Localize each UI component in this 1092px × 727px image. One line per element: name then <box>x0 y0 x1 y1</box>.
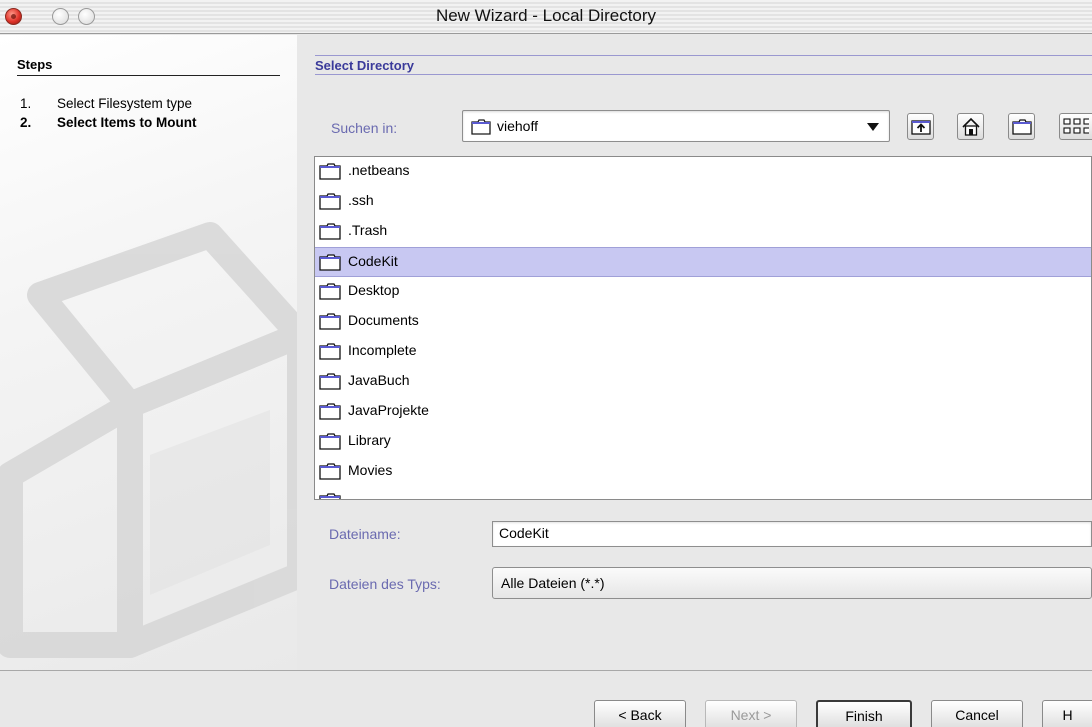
file-list-item[interactable]: Desktop <box>315 277 1091 307</box>
file-list-item[interactable]: .Trash <box>315 217 1091 247</box>
folder-icon <box>319 193 341 210</box>
steps-list: 1. Select Filesystem type 2. Select Item… <box>20 94 197 132</box>
up-folder-icon <box>911 120 931 135</box>
home-icon <box>962 117 980 136</box>
main-panel: Select Directory Suchen in: viehoff .net… <box>297 35 1092 670</box>
file-list-item[interactable]: .ssh <box>315 187 1091 217</box>
folder-icon <box>319 254 341 271</box>
filetype-label: Dateien des Typs: <box>329 576 441 592</box>
steps-divider <box>17 75 280 76</box>
new-folder-icon <box>1012 119 1032 135</box>
file-name: Incomplete <box>348 342 417 358</box>
finish-button[interactable]: Finish <box>816 700 912 727</box>
look-in-value: viehoff <box>497 118 538 134</box>
step-label: Select Filesystem type <box>57 96 193 111</box>
file-list-item[interactable]: JavaBuch <box>315 367 1091 397</box>
file-name: .netbeans <box>348 162 410 178</box>
folder-icon <box>319 343 341 360</box>
file-name: .Trash <box>348 222 388 238</box>
step-item: 1. Select Filesystem type <box>20 94 197 113</box>
file-list-item[interactable]: Movies <box>315 457 1091 487</box>
file-name: Desktop <box>348 282 400 298</box>
folder-icon <box>319 463 341 480</box>
file-name: JavaBuch <box>348 372 410 388</box>
steps-panel: Steps 1. Select Filesystem type 2. Selec… <box>0 35 297 670</box>
file-name: CodeKit <box>348 253 398 269</box>
title-bar[interactable]: New Wizard - Local Directory <box>0 0 1092 34</box>
help-button[interactable]: H <box>1042 700 1092 727</box>
file-list-item-partial[interactable] <box>315 487 1091 499</box>
window-title: New Wizard - Local Directory <box>435 6 657 25</box>
file-list-item[interactable]: Library <box>315 427 1091 457</box>
home-button[interactable] <box>957 113 984 140</box>
file-list-item[interactable]: Documents <box>315 307 1091 337</box>
file-list-item-selected[interactable]: CodeKit <box>315 247 1091 277</box>
folder-icon <box>319 493 341 499</box>
folder-icon <box>319 433 341 450</box>
wizard-cube-graphic <box>0 222 297 658</box>
back-button[interactable]: < Back <box>594 700 686 727</box>
folder-icon <box>319 403 341 420</box>
look-in-label: Suchen in: <box>331 120 398 136</box>
step-number: 1. <box>20 96 32 111</box>
filetype-select[interactable]: Alle Dateien (*.*) <box>492 567 1092 599</box>
folder-icon <box>319 373 341 390</box>
file-name: .ssh <box>348 192 374 208</box>
file-list[interactable]: .netbeans .ssh .Trash CodeKit Desktop Do… <box>314 156 1092 500</box>
folder-icon <box>319 223 341 240</box>
step-item-active: 2. Select Items to Mount <box>20 113 197 132</box>
folder-icon <box>319 163 341 180</box>
look-in-combobox[interactable]: viehoff <box>462 110 890 142</box>
folder-icon <box>471 119 491 135</box>
step-label: Select Items to Mount <box>57 115 197 130</box>
new-folder-button[interactable] <box>1008 113 1035 140</box>
steps-heading: Steps <box>17 57 53 72</box>
list-view-icon <box>1063 118 1089 134</box>
file-name: Library <box>348 432 391 448</box>
section-title: Select Directory <box>315 55 1092 75</box>
file-name: Movies <box>348 462 393 478</box>
list-view-button[interactable] <box>1059 113 1092 140</box>
filename-label: Dateiname: <box>329 526 401 542</box>
cancel-button[interactable]: Cancel <box>931 700 1023 727</box>
up-folder-button[interactable] <box>907 113 934 140</box>
folder-icon <box>319 283 341 300</box>
chevron-down-icon[interactable] <box>867 123 879 131</box>
file-name: Documents <box>348 312 419 328</box>
file-list-item[interactable]: JavaProjekte <box>315 397 1091 427</box>
file-list-item[interactable]: Incomplete <box>315 337 1091 367</box>
step-number: 2. <box>20 115 32 130</box>
file-list-item[interactable]: .netbeans <box>315 157 1091 187</box>
next-button[interactable]: Next > <box>705 700 797 727</box>
folder-icon <box>319 313 341 330</box>
file-name: JavaProjekte <box>348 402 429 418</box>
filename-input[interactable]: CodeKit <box>492 521 1092 547</box>
button-bar: < Back Next > Finish Cancel H <box>0 671 1092 727</box>
